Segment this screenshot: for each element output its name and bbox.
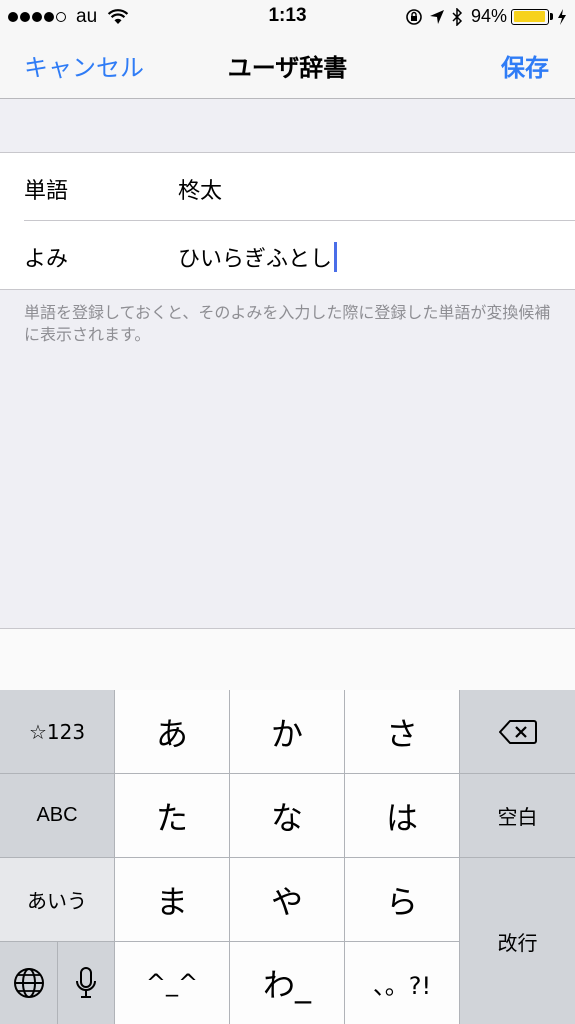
word-label: 単語 bbox=[24, 179, 69, 204]
reading-row[interactable]: よみ ひいらぎふとし bbox=[0, 221, 575, 288]
status-bar: au 1:13 94% bbox=[0, 0, 575, 34]
battery-icon bbox=[511, 8, 549, 25]
key-ta[interactable]: た bbox=[115, 774, 230, 858]
save-button[interactable]: 保存 bbox=[501, 48, 549, 83]
key-backspace[interactable] bbox=[460, 690, 575, 774]
text-caret bbox=[334, 242, 338, 272]
microphone-icon bbox=[76, 967, 96, 998]
key-na[interactable]: な bbox=[230, 774, 345, 858]
hint-text: 単語を登録しておくと、そのよみを入力した際に登録した単語が変換候補に表示されます… bbox=[24, 303, 551, 344]
navigation-bar: キャンセル ユーザ辞書 保存 bbox=[0, 34, 575, 99]
key-ka[interactable]: か bbox=[230, 690, 345, 774]
bluetooth-icon bbox=[452, 7, 463, 26]
key-sa[interactable]: さ bbox=[345, 690, 460, 774]
backspace-icon bbox=[498, 719, 537, 744]
reading-input[interactable]: ひいらぎふとし bbox=[178, 247, 332, 272]
key-ha[interactable]: は bbox=[345, 774, 460, 858]
location-arrow-icon bbox=[429, 9, 444, 24]
key-abc-mode[interactable]: ABC bbox=[0, 774, 115, 858]
key-ma[interactable]: ま bbox=[115, 858, 230, 942]
keyboard-accessory-bar bbox=[0, 628, 575, 691]
status-right: 94% bbox=[399, 6, 567, 27]
key-space[interactable]: 空白 bbox=[460, 774, 575, 858]
key-emoticon[interactable]: ^_^ bbox=[115, 942, 230, 1024]
key-punctuation[interactable]: 、。?! bbox=[345, 942, 460, 1024]
rotation-lock-icon bbox=[406, 8, 422, 25]
word-input[interactable]: 柊太 bbox=[178, 173, 222, 205]
word-row[interactable]: 単語 柊太 bbox=[0, 153, 575, 221]
key-globe[interactable] bbox=[0, 942, 58, 1024]
battery-percent: 94% bbox=[470, 6, 507, 26]
page-title: ユーザ辞書 bbox=[227, 54, 348, 82]
key-wa[interactable]: わ_ bbox=[230, 942, 345, 1024]
reading-label: よみ bbox=[24, 247, 69, 272]
key-a[interactable]: あ bbox=[115, 690, 230, 774]
key-ra[interactable]: ら bbox=[345, 858, 460, 942]
key-ya[interactable]: や bbox=[230, 858, 345, 942]
battery-fill bbox=[513, 11, 545, 22]
key-kana-mode[interactable]: あいう bbox=[0, 858, 115, 942]
reading-input-wrap[interactable]: ひいらぎふとし bbox=[178, 241, 338, 273]
word-form: 単語 柊太 よみ ひいらぎふとし bbox=[0, 152, 575, 290]
globe-icon bbox=[13, 968, 44, 998]
charging-bolt-icon bbox=[558, 8, 566, 25]
key-numbers-mode[interactable]: ☆123 bbox=[0, 690, 115, 774]
key-return[interactable]: 改行 bbox=[460, 858, 575, 1024]
battery-cap bbox=[550, 13, 553, 20]
keyboard: ☆123 ABC あいう あ か さ た な は ま や ら ^_^ わ_ 、。… bbox=[0, 690, 575, 1024]
key-microphone[interactable] bbox=[58, 942, 115, 1024]
